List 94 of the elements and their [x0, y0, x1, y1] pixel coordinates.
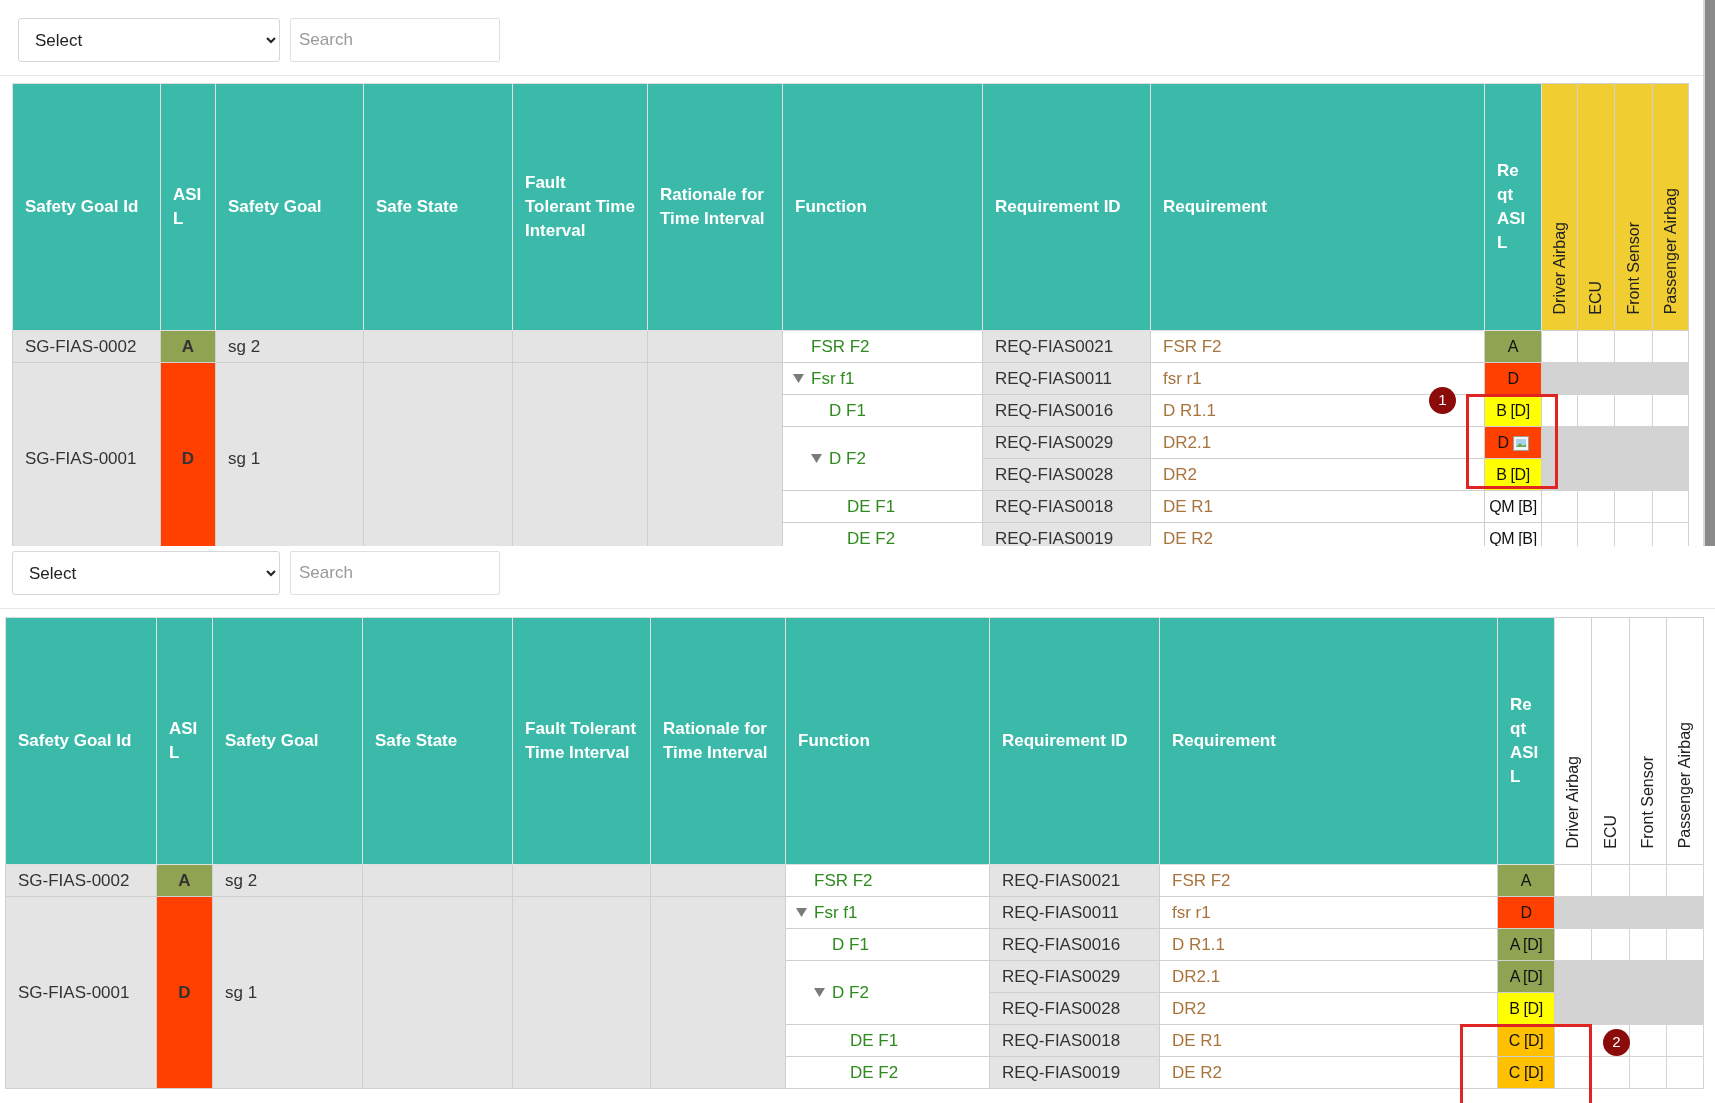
- allocation-header: Passenger Airbag: [1652, 83, 1689, 331]
- table-cell: REQ-FIAS0018: [989, 1024, 1160, 1057]
- table-cell: REQ-FIAS0028: [982, 458, 1151, 491]
- table-cell: DE R2: [1159, 1056, 1498, 1089]
- column-header: Reqt ASIL: [1484, 83, 1542, 331]
- allocation-header: Driver Airbag: [1554, 617, 1592, 865]
- table-cell: FSR F2: [1159, 864, 1498, 897]
- column-header: Safety Goal Id: [12, 83, 161, 331]
- asil-cell: A [D]: [1497, 928, 1555, 961]
- asil-cell: A [D]: [1497, 960, 1555, 993]
- asil-cell: C [D]: [1497, 1056, 1555, 1089]
- table-cell: REQ-FIAS0019: [989, 1056, 1160, 1089]
- asil-cell: B [D]: [1497, 992, 1555, 1025]
- column-header: Requirement ID: [982, 83, 1151, 331]
- asil-cell: A: [156, 864, 213, 897]
- function-label[interactable]: D F2: [832, 979, 869, 1006]
- function-label[interactable]: DE F1: [850, 1027, 899, 1054]
- table-cell: FSR F2: [1150, 330, 1485, 363]
- table-cell: fsr r1: [1150, 362, 1485, 395]
- table-cell: DR2: [1150, 458, 1485, 491]
- column-header: ASIL: [156, 617, 213, 865]
- table-cell: SG-FIAS-0001: [5, 896, 157, 1089]
- column-header: Fault Tolerant Time Interval: [512, 617, 651, 865]
- column-header: ASIL: [160, 83, 216, 331]
- column-header: Function: [785, 617, 990, 865]
- table-cell: sg 2: [215, 330, 364, 363]
- asil-cell: D: [1497, 896, 1555, 929]
- table-cell: D R1.1: [1159, 928, 1498, 961]
- caret-icon[interactable]: [796, 908, 807, 917]
- search-field[interactable]: Search: [290, 18, 500, 62]
- column-header: Safe State: [362, 617, 513, 865]
- table-cell: DR2: [1159, 992, 1498, 1025]
- column-header: Fault Tolerant Time Interval: [512, 83, 648, 331]
- table-cell: sg 1: [212, 896, 363, 1089]
- asil-cell: D: [160, 362, 216, 546]
- table-cell: DR2.1: [1150, 426, 1485, 459]
- allocation-header: ECU: [1577, 83, 1615, 331]
- allocation-header: Front Sensor: [1629, 617, 1667, 865]
- column-header: Requirement: [1150, 83, 1485, 331]
- column-header: Reqt ASIL: [1497, 617, 1555, 865]
- column-header: Safety Goal: [212, 617, 363, 865]
- column-header: Safety Goal Id: [5, 617, 157, 865]
- column-header: Safety Goal: [215, 83, 364, 331]
- asil-cell: D: [156, 896, 213, 1089]
- function-label[interactable]: DE F1: [847, 493, 896, 520]
- column-header: Rationale for Time Interval: [650, 617, 786, 865]
- function-label[interactable]: D F2: [829, 445, 866, 472]
- table-cell: REQ-FIAS0011: [982, 362, 1151, 395]
- search-field[interactable]: Search: [290, 551, 500, 595]
- column-header: Requirement: [1159, 617, 1498, 865]
- table-cell: SG-FIAS-0002: [12, 330, 161, 363]
- table-cell: REQ-FIAS0028: [989, 992, 1160, 1025]
- table-cell: DR2.1: [1159, 960, 1498, 993]
- table-cell: DE R2: [1150, 522, 1485, 546]
- filter-select[interactable]: Select: [12, 551, 280, 595]
- table-cell: REQ-FIAS0011: [989, 896, 1160, 929]
- function-label[interactable]: Fsr f1: [811, 365, 855, 392]
- table-cell: REQ-FIAS0018: [982, 490, 1151, 523]
- table-cell: REQ-FIAS0016: [989, 928, 1160, 961]
- function-label[interactable]: DE F2: [850, 1059, 899, 1086]
- column-header: Rationale for Time Interval: [647, 83, 783, 331]
- allocation-header: Front Sensor: [1614, 83, 1653, 331]
- asil-cell: QM [B]: [1484, 490, 1542, 523]
- table-cell: DE R1: [1150, 490, 1485, 523]
- table-cell: REQ-FIAS0029: [982, 426, 1151, 459]
- scrollbar[interactable]: [1703, 0, 1715, 546]
- allocation-header: Passenger Airbag: [1666, 617, 1704, 865]
- allocation-header: ECU: [1591, 617, 1630, 865]
- asil-cell: D: [1484, 426, 1542, 459]
- asil-cell: D: [1484, 362, 1542, 395]
- column-header: Function: [782, 83, 983, 331]
- table-cell: REQ-FIAS0029: [989, 960, 1160, 993]
- table-cell: sg 1: [215, 362, 364, 546]
- function-label[interactable]: D F1: [829, 397, 866, 424]
- column-header: Safe State: [363, 83, 513, 331]
- caret-icon[interactable]: [814, 988, 825, 997]
- asil-cell: A: [160, 330, 216, 363]
- column-header: Requirement ID: [989, 617, 1160, 865]
- function-label[interactable]: Fsr f1: [814, 899, 858, 926]
- table-cell: REQ-FIAS0016: [982, 394, 1151, 427]
- table-cell: fsr r1: [1159, 896, 1498, 929]
- table-cell: SG-FIAS-0001: [12, 362, 161, 546]
- table-cell: sg 2: [212, 864, 363, 897]
- caret-icon[interactable]: [811, 454, 822, 463]
- table-cell: REQ-FIAS0021: [989, 864, 1160, 897]
- caret-icon[interactable]: [793, 374, 804, 383]
- table-cell: DE R1: [1159, 1024, 1498, 1057]
- asil-cell: A: [1484, 330, 1542, 363]
- asil-cell: A: [1497, 864, 1555, 897]
- function-label[interactable]: D F1: [832, 931, 869, 958]
- allocation-header: Driver Airbag: [1541, 83, 1578, 331]
- table-cell: SG-FIAS-0002: [5, 864, 157, 897]
- table-cell: REQ-FIAS0021: [982, 330, 1151, 363]
- filter-select[interactable]: Select: [18, 18, 280, 62]
